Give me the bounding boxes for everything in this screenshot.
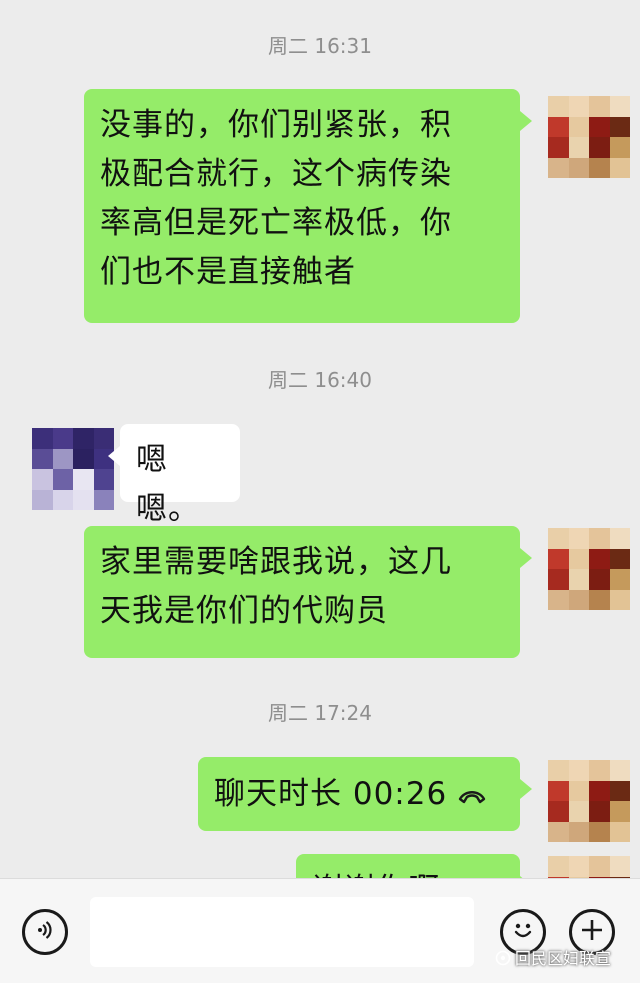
self-avatar[interactable] <box>548 528 630 610</box>
contact-avatar[interactable] <box>32 428 114 510</box>
emoji-icon <box>508 915 538 949</box>
message-line: 天我是你们的代购员 <box>100 593 388 629</box>
message-line: 家里需要啥跟我说，这几 <box>100 544 452 580</box>
timestamp: 周二 16:40 <box>268 368 372 392</box>
voice-button[interactable] <box>22 909 68 955</box>
message-bubble-incoming[interactable]: 嗯嗯。 <box>108 424 240 527</box>
message-line: 率高但是死亡率极低，你 <box>100 205 452 241</box>
chat-area[interactable]: 周二 16:31 没事的，你们别紧张，积 极配合就行，这个病传染 率高但是死亡率… <box>0 0 640 878</box>
timestamp: 周二 16:31 <box>268 34 372 58</box>
voice-icon <box>34 919 56 945</box>
wechat-official-account-icon <box>495 950 511 966</box>
message-line: 没事的，你们别紧张，积 <box>100 107 452 143</box>
message-input[interactable] <box>90 897 474 967</box>
message-line: 谢谢你啊 <box>312 866 504 878</box>
call-record-bubble[interactable]: 聊天时长 00:26 <box>198 757 532 831</box>
message-line: 们也不是直接触者 <box>100 254 356 290</box>
message-bubble-outgoing[interactable]: 谢谢你啊 <box>296 854 532 878</box>
phone-hangup-icon <box>457 771 487 821</box>
message-bubble-outgoing[interactable]: 家里需要啥跟我说，这几 天我是你们的代购员 <box>84 526 532 658</box>
watermark-text: 回民区妇联宣 <box>515 949 612 968</box>
call-duration-text: 聊天时长 00:26 <box>214 776 448 812</box>
self-avatar[interactable] <box>548 760 630 842</box>
message-line: 极配合就行，这个病传染 <box>100 156 452 192</box>
watermark: 回民区妇联宣 <box>495 945 611 969</box>
message-line: 嗯嗯。 <box>136 442 200 527</box>
message-bubble-outgoing[interactable]: 没事的，你们别紧张，积 极配合就行，这个病传染 率高但是死亡率极低，你 们也不是… <box>84 89 532 323</box>
timestamp: 周二 17:24 <box>268 701 372 725</box>
plus-icon <box>579 917 605 947</box>
self-avatar[interactable] <box>548 856 630 878</box>
self-avatar[interactable] <box>548 96 630 178</box>
